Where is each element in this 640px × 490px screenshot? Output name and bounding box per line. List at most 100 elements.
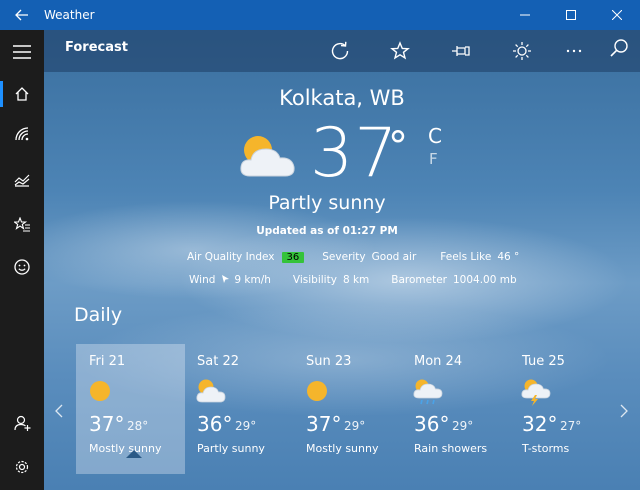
scroll-right-button[interactable] — [620, 402, 628, 423]
search-icon — [610, 39, 628, 57]
day-low: 29° — [344, 419, 366, 433]
barometer-value: 1004.00 mb — [453, 274, 517, 286]
day-low: 27° — [560, 419, 582, 433]
day-high: 36° — [197, 412, 233, 436]
visibility-value: 8 km — [342, 274, 370, 286]
nav-maps[interactable] — [0, 114, 44, 154]
rain-showers-icon — [413, 379, 443, 405]
day-name: Sat 22 — [197, 354, 239, 369]
day-low: 28° — [127, 419, 149, 433]
wind-label: Wind — [189, 274, 216, 286]
chart-icon — [14, 174, 30, 187]
close-button[interactable] — [594, 0, 640, 30]
daily-section-title: Daily — [74, 304, 123, 326]
day-name: Fri 21 — [89, 354, 126, 369]
refresh-button[interactable] — [326, 37, 354, 65]
barometer-label: Barometer — [391, 274, 447, 286]
page-title: Forecast — [65, 40, 128, 55]
day-high: 36° — [414, 412, 450, 436]
severity-label: Severity — [322, 251, 366, 263]
add-person-icon — [13, 415, 30, 431]
more-button[interactable] — [560, 37, 588, 65]
day-low: 29° — [235, 419, 257, 433]
updated-time: Updated as of 01:27 PM — [256, 225, 398, 237]
degree-symbol: ° — [388, 124, 408, 170]
day-name: Tue 25 — [522, 354, 565, 369]
day-card[interactable]: Mon 24 36° 29° Rain showers — [401, 344, 510, 474]
sun-icon — [307, 381, 327, 401]
nav-settings[interactable] — [0, 447, 44, 487]
aqi-label: Air Quality Index — [187, 251, 275, 263]
scroll-left-button[interactable] — [55, 402, 63, 423]
back-button[interactable] — [0, 0, 44, 30]
day-condition: Rain showers — [414, 442, 488, 455]
pin-icon — [452, 46, 470, 56]
partly-sunny-large-icon — [240, 136, 295, 177]
maximize-button[interactable] — [548, 0, 594, 30]
severity-value: Good air — [371, 251, 417, 263]
day-name: Sun 23 — [306, 354, 352, 369]
current-condition: Partly sunny — [268, 192, 386, 214]
pin-button[interactable] — [448, 37, 476, 65]
details-row-1: Air Quality Index 36 Severity Good air Feels… — [187, 251, 519, 263]
thunderstorm-icon — [521, 379, 551, 406]
day-condition: T-storms — [522, 442, 570, 455]
sun-icon — [90, 381, 110, 401]
command-bar: Forecast — [44, 30, 640, 72]
back-arrow-icon — [15, 9, 28, 21]
day-high: 37° — [89, 412, 125, 436]
favorites-list-icon — [13, 217, 30, 232]
gear-icon — [15, 460, 29, 474]
aqi-value-badge[interactable]: 36 — [281, 252, 305, 263]
forecast-content: Forecast Kolkata, WB 37 ° C F Partly sun… — [44, 30, 640, 490]
title-bar: Weather — [0, 0, 640, 30]
minimize-icon — [520, 14, 530, 16]
day-card[interactable]: Sun 23 37° 29° Mostly sunny — [293, 344, 402, 474]
wind-value: 9 km/h — [234, 274, 271, 286]
partly-sunny-icon — [196, 379, 226, 403]
hamburger-menu-button[interactable] — [0, 32, 44, 72]
refresh-icon — [331, 41, 349, 60]
navigation-rail — [0, 30, 44, 490]
visibility-label: Visibility — [292, 274, 337, 286]
day-card[interactable]: Tue 25 32° 27° T-storms — [509, 344, 618, 474]
day-name: Mon 24 — [414, 354, 463, 369]
search-button[interactable] — [605, 34, 633, 62]
chevron-left-icon — [55, 404, 63, 418]
feels-like-value: 46 ° — [497, 251, 520, 263]
radar-icon — [15, 127, 29, 141]
smiley-icon — [14, 259, 30, 275]
theme-button[interactable] — [508, 37, 536, 65]
minimize-button[interactable] — [502, 0, 548, 30]
nav-feedback[interactable] — [0, 247, 44, 287]
fahrenheit-toggle[interactable]: F — [429, 150, 438, 168]
city-name: Kolkata, WB — [279, 86, 405, 110]
day-high: 32° — [522, 412, 558, 436]
day-card[interactable]: Sat 22 36° 29° Partly sunny — [184, 344, 293, 474]
home-icon — [15, 87, 29, 101]
nav-historical-weather[interactable] — [0, 160, 44, 200]
sun-outline-icon — [513, 42, 531, 60]
day-condition: Mostly sunny — [306, 442, 379, 455]
day-high: 37° — [306, 412, 342, 436]
day-condition: Partly sunny — [197, 442, 265, 455]
chevron-right-icon — [620, 404, 628, 418]
day-low: 29° — [452, 419, 474, 433]
maximize-icon — [566, 10, 576, 20]
current-temperature: 37 — [310, 114, 399, 193]
celsius-toggle[interactable]: C — [428, 124, 442, 148]
add-favorite-button[interactable] — [386, 37, 414, 65]
feels-like-label: Feels Like — [440, 251, 492, 263]
window-title: Weather — [44, 8, 95, 22]
selected-day-caret — [126, 450, 142, 458]
more-icon — [566, 49, 582, 53]
nav-forecast[interactable] — [0, 74, 44, 114]
nav-favorites[interactable] — [0, 205, 44, 245]
details-row-2: Wind 9 km/h Visibility 8 km Barometer 1004.00… — [189, 274, 517, 286]
nav-account[interactable] — [0, 403, 44, 443]
window-controls — [502, 0, 640, 30]
wind-direction-icon — [222, 275, 230, 283]
star-icon — [390, 41, 410, 60]
close-icon — [612, 10, 622, 20]
hamburger-icon — [13, 45, 31, 59]
